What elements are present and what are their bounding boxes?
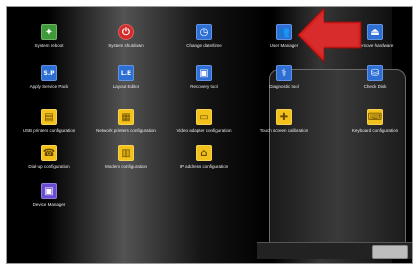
label-recovery-tool: Recovery tool: [190, 84, 218, 89]
item-video-adapter-configuration[interactable]: ▭ Video adapter configuration: [167, 109, 241, 134]
check-disk-icon: ⛁: [367, 65, 383, 81]
label-check-disk: Check Disk: [363, 84, 387, 89]
service-pack-icon: S.P: [41, 65, 57, 81]
label-network-printers-configuration: Network printers configuration: [96, 128, 156, 133]
label-dialup-configuration: Dial-up configuration: [28, 164, 70, 169]
item-system-shutdown[interactable]: ⏻ System shutdown: [89, 24, 163, 49]
video-adapter-icon: ▭: [196, 109, 212, 125]
item-layout-editor[interactable]: L.E Layout Editor: [89, 65, 163, 90]
item-dialup-configuration[interactable]: ☎ Dial-up configuration: [12, 145, 86, 170]
reboot-icon: ✦: [41, 24, 57, 40]
device-manager-icon: ▣: [41, 183, 57, 199]
network-printer-icon: ▦: [118, 109, 134, 125]
label-ip-address-configuration: IP address configuration: [179, 164, 229, 169]
users-icon: 👥: [276, 24, 292, 40]
modem-icon: ▥: [118, 145, 134, 161]
item-keyboard-configuration[interactable]: ⌨ Keyboard configuration: [338, 109, 412, 134]
item-device-manager[interactable]: ▣ Device Manager: [12, 183, 86, 208]
label-layout-editor: Layout Editor: [112, 84, 140, 89]
item-touch-screen-calibration[interactable]: ✚ Touch screen calibration: [247, 109, 321, 134]
item-usb-printers-configuration[interactable]: ▤ USB printers configuration: [12, 109, 86, 134]
diagnostic-icon: ⚕: [276, 65, 292, 81]
label-device-manager: Device Manager: [32, 202, 66, 207]
label-diagnostic-tool: Diagnostic tool: [269, 84, 299, 89]
pointer-arrow-icon: [297, 6, 362, 64]
keyboard-icon: ⌨: [367, 109, 383, 125]
item-modem-configuration[interactable]: ▥ Modem configuration: [89, 145, 163, 170]
label-system-shutdown: System shutdown: [108, 43, 144, 48]
label-keyboard-configuration: Keyboard configuration: [351, 128, 399, 133]
label-apply-service-pack: Apply Service Pack: [29, 84, 69, 89]
touch-calibration-icon: ✚: [276, 109, 292, 125]
label-modem-configuration: Modem configuration: [104, 164, 148, 169]
dialup-icon: ☎: [41, 145, 57, 161]
eject-icon: ⏏: [367, 24, 383, 40]
label-system-reboot: System reboot: [34, 43, 64, 48]
usb-printer-icon: ▤: [41, 109, 57, 125]
ip-address-icon: ⌂: [196, 145, 212, 161]
item-ip-address-configuration[interactable]: ⌂ IP address configuration: [167, 145, 241, 170]
clock-icon: ◷: [196, 24, 212, 40]
label-usb-printers-configuration: USB printers configuration: [22, 128, 76, 133]
terminal-device-illustration: [269, 69, 406, 251]
item-system-reboot[interactable]: ✦ System reboot: [12, 24, 86, 49]
bottom-right-button[interactable]: [372, 245, 408, 259]
label-touch-screen-calibration: Touch screen calibration: [259, 128, 309, 133]
item-change-datetime[interactable]: ◷ Change date/time: [167, 24, 241, 49]
power-icon: ⏻: [118, 24, 134, 40]
item-recovery-tool[interactable]: ▣ Recovery tool: [167, 65, 241, 90]
item-network-printers-configuration[interactable]: ▦ Network printers configuration: [89, 109, 163, 134]
item-apply-service-pack[interactable]: S.P Apply Service Pack: [12, 65, 86, 90]
label-change-datetime: Change date/time: [186, 43, 222, 48]
recovery-icon: ▣: [196, 65, 212, 81]
layout-editor-icon: L.E: [118, 65, 134, 81]
label-video-adapter-configuration: Video adapter configuration: [176, 128, 232, 133]
